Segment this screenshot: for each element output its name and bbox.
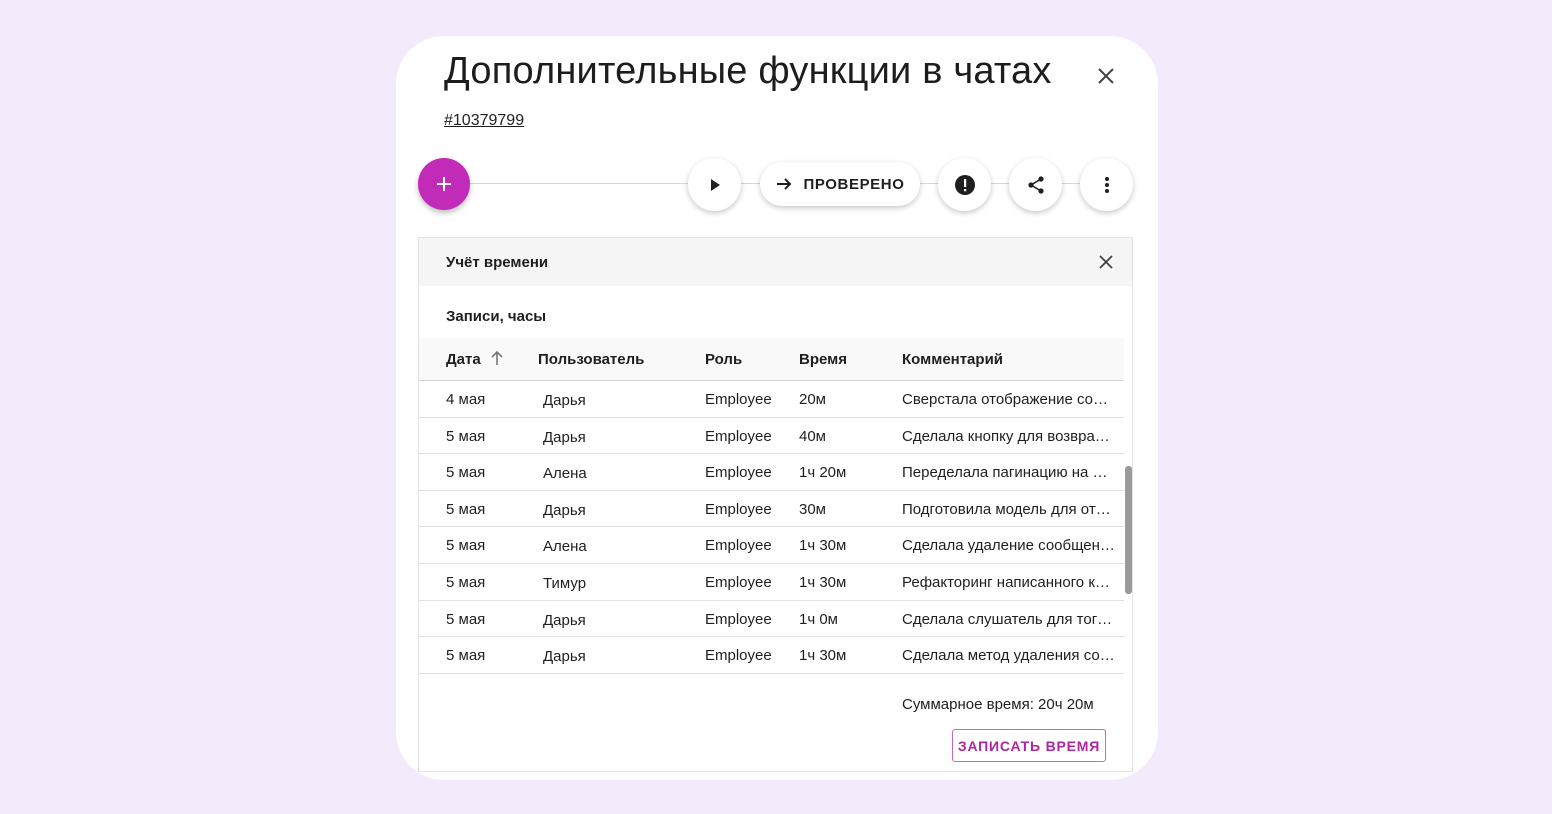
table-body: 4 мая Дарья Employee 20м Сверстала отобр… bbox=[419, 381, 1124, 674]
table-header: Дата Пользователь Роль Время Комментарий bbox=[419, 338, 1124, 381]
cell-date: 5 мая bbox=[446, 573, 486, 591]
column-header-time[interactable]: Время bbox=[799, 351, 847, 368]
cell-user: Алена bbox=[543, 465, 587, 483]
cell-comment: Сделала удаление сообщен… bbox=[902, 537, 1115, 555]
share-button[interactable] bbox=[1009, 158, 1062, 211]
cell-date: 5 мая bbox=[446, 537, 486, 555]
table-row[interactable]: 5 мая Дарья Employee 1ч 30м Сделала мето… bbox=[419, 637, 1124, 674]
cell-user: Дарья bbox=[543, 611, 586, 629]
table-row[interactable]: 5 мая Алена Employee 1ч 20м Переделала п… bbox=[419, 454, 1124, 491]
cell-role: Employee bbox=[705, 610, 772, 628]
cell-comment: Сделала слушатель для тог… bbox=[902, 610, 1113, 628]
cell-role: Employee bbox=[705, 500, 772, 518]
cell-user: Дарья bbox=[543, 428, 586, 446]
cell-date: 5 мая bbox=[446, 500, 486, 518]
column-header-role[interactable]: Роль bbox=[705, 351, 742, 368]
cell-time: 1ч 20м bbox=[799, 464, 847, 482]
column-header-date[interactable]: Дата bbox=[446, 351, 481, 368]
column-header-user[interactable]: Пользователь bbox=[538, 351, 644, 368]
task-id-link[interactable]: #10379799 bbox=[444, 112, 524, 130]
cell-date: 5 мая bbox=[446, 427, 486, 445]
time-tracking-panel: Учёт времени Записи, часы Дата Пользоват… bbox=[418, 237, 1133, 772]
close-icon[interactable] bbox=[1094, 64, 1118, 88]
more-button[interactable] bbox=[1080, 158, 1133, 211]
report-button[interactable] bbox=[938, 158, 991, 211]
status-checked-label: ПРОВЕРЕНО bbox=[803, 175, 905, 193]
status-checked-button[interactable]: ПРОВЕРЕНО bbox=[760, 162, 920, 206]
more-vert-icon bbox=[1104, 176, 1109, 193]
task-card: Дополнительные функции в чатах #10379799… bbox=[396, 36, 1158, 780]
cell-user: Дарья bbox=[543, 501, 586, 519]
table-row[interactable]: 5 мая Дарья Employee 40м Сделала кнопку … bbox=[419, 418, 1124, 455]
total-time: Суммарное время: 20ч 20м bbox=[902, 696, 1094, 713]
play-button[interactable] bbox=[688, 158, 741, 211]
cell-user: Дарья bbox=[543, 392, 586, 409]
panel-title: Учёт времени bbox=[446, 254, 549, 271]
cell-time: 1ч 30м bbox=[799, 647, 847, 665]
sort-arrow-up-icon[interactable] bbox=[490, 350, 504, 366]
arrow-right-icon bbox=[777, 178, 792, 190]
cell-date: 4 мая bbox=[446, 391, 486, 408]
cell-time: 1ч 0м bbox=[799, 610, 838, 628]
cell-user: Дарья bbox=[543, 648, 586, 666]
cell-comment: Переделала пагинацию на … bbox=[902, 464, 1108, 482]
add-button[interactable] bbox=[418, 158, 470, 210]
cell-user: Тимур bbox=[543, 574, 587, 592]
play-icon bbox=[710, 178, 720, 191]
table-row[interactable]: 5 мая Дарья Employee 30м Подготовила мод… bbox=[419, 491, 1124, 528]
cell-date: 5 мая bbox=[446, 610, 486, 628]
close-icon[interactable] bbox=[1097, 253, 1115, 271]
cell-time: 30м bbox=[799, 500, 826, 518]
record-time-button[interactable]: ЗАПИСАТЬ ВРЕМЯ bbox=[952, 729, 1106, 762]
cell-comment: Сделала кнопку для возвра… bbox=[902, 427, 1110, 445]
cell-time: 1ч 30м bbox=[799, 537, 847, 555]
cell-comment: Сделала метод удаления со… bbox=[902, 647, 1115, 665]
cell-date: 5 мая bbox=[446, 647, 486, 665]
cell-role: Employee bbox=[705, 427, 772, 445]
table-row[interactable]: 5 мая Алена Employee 1ч 30м Сделала удал… bbox=[419, 527, 1124, 564]
cell-role: Employee bbox=[705, 647, 772, 665]
cell-comment: Сверстала отображение со… bbox=[902, 391, 1109, 408]
alert-icon bbox=[954, 174, 975, 195]
share-icon bbox=[1027, 175, 1044, 194]
cell-time: 20м bbox=[799, 391, 826, 408]
cell-comment: Подготовила модель для от… bbox=[902, 500, 1111, 518]
cell-user: Алена bbox=[543, 538, 587, 556]
table-row[interactable]: 5 мая Тимур Employee 1ч 30м Рефакторинг … bbox=[419, 564, 1124, 601]
cell-role: Employee bbox=[705, 573, 772, 591]
scrollbar-thumb[interactable] bbox=[1125, 466, 1132, 594]
cell-date: 5 мая bbox=[446, 464, 486, 482]
section-title: Записи, часы bbox=[446, 308, 547, 325]
cell-time: 40м bbox=[799, 427, 826, 445]
cell-role: Employee bbox=[705, 391, 772, 408]
cell-comment: Рефакторинг написанного к… bbox=[902, 573, 1110, 591]
cell-time: 1ч 30м bbox=[799, 573, 847, 591]
plus-icon bbox=[437, 177, 451, 191]
table-row[interactable]: 4 мая Дарья Employee 20м Сверстала отобр… bbox=[419, 381, 1124, 418]
cell-role: Employee bbox=[705, 464, 772, 482]
panel-header: Учёт времени bbox=[419, 238, 1132, 286]
column-header-comment[interactable]: Комментарий bbox=[902, 351, 1003, 368]
cell-role: Employee bbox=[705, 537, 772, 555]
table-row[interactable]: 5 мая Дарья Employee 1ч 0м Сделала слуша… bbox=[419, 601, 1124, 638]
page-title: Дополнительные функции в чатах bbox=[444, 50, 1052, 92]
